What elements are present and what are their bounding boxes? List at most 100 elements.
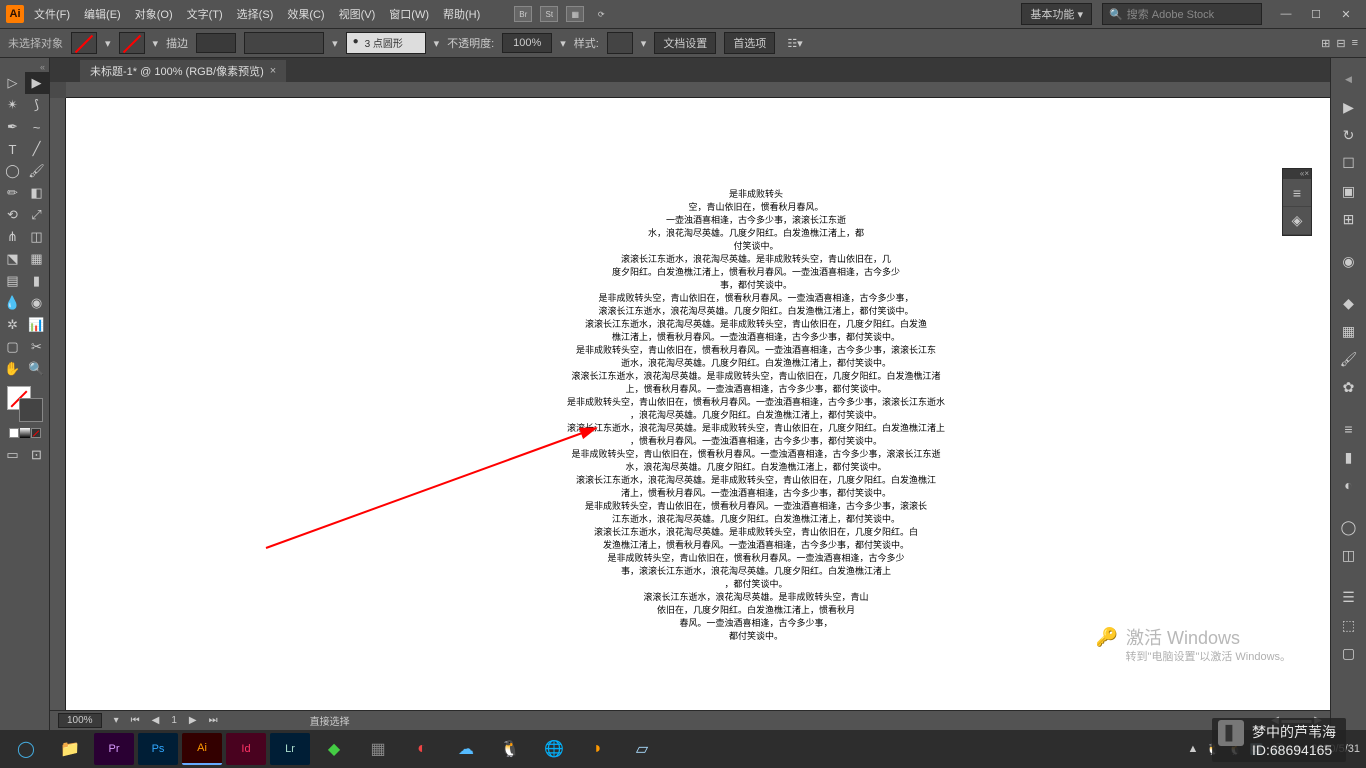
menu-object[interactable]: 对象(O) [135, 6, 173, 22]
artboard-number[interactable]: 1 [171, 715, 177, 726]
color-mode-icons[interactable] [9, 428, 41, 438]
magic-wand-tool[interactable]: ✴ [1, 94, 25, 116]
properties-panel-icon[interactable]: ≡ [1283, 179, 1311, 207]
rectangle-tool[interactable]: ◯ [1, 160, 25, 182]
menu-view[interactable]: 视图(V) [339, 6, 376, 22]
menu-effect[interactable]: 效果(C) [287, 6, 324, 22]
lasso-tool[interactable]: ⟆ [25, 94, 49, 116]
line-tool[interactable]: ╱ [25, 138, 49, 160]
align-icon[interactable]: ☷▾ [787, 37, 802, 50]
eraser-tool[interactable]: ◧ [25, 182, 49, 204]
selection-tool[interactable]: ▷ [1, 72, 25, 94]
tab-close-icon[interactable]: × [270, 65, 276, 77]
graph-tool[interactable]: 📊 [25, 314, 49, 336]
stroke-weight-input[interactable] [196, 33, 236, 53]
align-icon[interactable]: ⊞ [1334, 206, 1364, 232]
prefs-button[interactable]: 首选项 [724, 32, 775, 54]
width-tool[interactable]: ⋔ [1, 226, 25, 248]
area-type-circle[interactable]: 是非成败转头 空，青山依旧在，惯看秋月春风。 一壶浊酒喜相逢，古今多少事，滚滚长… [496, 188, 1016, 643]
nav-last-icon[interactable]: ⏭ [209, 715, 218, 726]
menu-edit[interactable]: 编辑(E) [84, 6, 121, 22]
artboards-icon[interactable]: ▣ [1334, 178, 1364, 204]
shape-builder-tool[interactable]: ⬔ [1, 248, 25, 270]
doc-setup-button[interactable]: 文档设置 [654, 32, 716, 54]
menu-help[interactable]: 帮助(H) [443, 6, 480, 22]
nav-next-icon[interactable]: ▶ [189, 715, 197, 726]
shaper-tool[interactable]: ✏ [1, 182, 25, 204]
expand-panels-icon[interactable]: ◀ [1334, 66, 1364, 92]
bridge-icon[interactable]: Br [514, 6, 532, 22]
artboard-tool[interactable]: ▢ [1, 336, 25, 358]
menu-select[interactable]: 选择(S) [237, 6, 274, 22]
free-transform-tool[interactable]: ◫ [25, 226, 49, 248]
nav-prev-icon[interactable]: ◀ [152, 715, 160, 726]
change-screen-tool[interactable]: ⊡ [25, 444, 49, 466]
direct-selection-tool[interactable]: ▶ [25, 72, 49, 94]
transparency-icon[interactable]: ◐ [1334, 472, 1364, 498]
taskbar-photoshop-icon[interactable]: Ps [138, 733, 178, 765]
taskbar-indesign-icon[interactable]: Id [226, 733, 266, 765]
artboards-panel-icon[interactable]: ▢ [1334, 640, 1364, 666]
panel-close-icon[interactable]: × [1304, 169, 1309, 179]
menu-type[interactable]: 文字(T) [187, 6, 223, 22]
taskbar-qq-icon[interactable]: 🐧 [490, 733, 530, 765]
floating-panel[interactable]: « × ≡ ◈ [1282, 168, 1312, 236]
isolate-icon[interactable]: ⊟ [1336, 37, 1345, 50]
menu-file[interactable]: 文件(F) [34, 6, 70, 22]
fill-swatch[interactable] [71, 32, 97, 54]
taskbar-browser-icon[interactable]: ◯ [6, 733, 46, 765]
type-tool[interactable]: T [1, 138, 25, 160]
symbol-sprayer-tool[interactable]: ✲ [1, 314, 25, 336]
close-icon[interactable]: ✕ [1332, 4, 1360, 24]
layers-panel-icon[interactable]: ☰ [1334, 584, 1364, 610]
taskbar-premiere-icon[interactable]: Pr [94, 733, 134, 765]
ruler-vertical[interactable] [50, 98, 66, 710]
minimize-icon[interactable]: — [1272, 4, 1300, 24]
slice-tool[interactable]: ✂ [25, 336, 49, 358]
taskbar-app5-icon[interactable]: ◗ [578, 733, 618, 765]
pen-tool[interactable]: ✒ [1, 116, 25, 138]
mesh-tool[interactable]: ▤ [1, 270, 25, 292]
workspace-switcher[interactable]: 基本功能 ▾ [1021, 3, 1092, 25]
tray-up-icon[interactable]: ▲ [1187, 743, 1198, 755]
menu-window[interactable]: 窗口(W) [389, 6, 429, 22]
sync-icon[interactable]: ↻ [1334, 122, 1364, 148]
taskbar-lightroom-icon[interactable]: Lr [270, 733, 310, 765]
canvas[interactable]: 是非成败转头 空，青山依旧在，惯看秋月春风。 一壶浊酒喜相逢，古今多少事，滚滚长… [66, 98, 1330, 710]
zoom-level[interactable]: 100% [58, 713, 102, 728]
perspective-tool[interactable]: ▦ [25, 248, 49, 270]
layers-icon[interactable]: ☐ [1334, 150, 1364, 176]
taskbar-app2-icon[interactable]: ▦ [358, 733, 398, 765]
nav-first-icon[interactable]: ⏮ [131, 715, 140, 726]
search-stock[interactable]: 🔍搜索 Adobe Stock [1102, 3, 1262, 25]
taskbar-app4-icon[interactable]: ☁ [446, 733, 486, 765]
appearance-icon[interactable]: ◯ [1334, 514, 1364, 540]
taskbar-illustrator-icon[interactable]: Ai [182, 733, 222, 765]
blend-tool[interactable]: ◉ [25, 292, 49, 314]
asset-export-icon[interactable]: ⬚ [1334, 612, 1364, 638]
more-icon[interactable]: ≡ [1352, 37, 1358, 50]
graphic-styles-icon[interactable]: ◫ [1334, 542, 1364, 568]
gradient-panel-icon[interactable]: ▮ [1334, 444, 1364, 470]
taskbar-chrome-icon[interactable]: 🌐 [534, 733, 574, 765]
symbols-icon[interactable]: ✿ [1334, 374, 1364, 400]
gradient-tool[interactable]: ▮ [25, 270, 49, 292]
transform-icon[interactable]: ⊞ [1321, 37, 1330, 50]
hand-tool[interactable]: ✋ [1, 358, 25, 380]
document-tab[interactable]: 未标题-1* @ 100% (RGB/像素预览)× [80, 60, 286, 82]
libraries-panel-icon[interactable]: ◈ [1283, 207, 1311, 235]
taskbar-app3-icon[interactable]: ◐ [402, 733, 442, 765]
screen-mode-tool[interactable]: ▭ [1, 444, 25, 466]
eyedropper-tool[interactable]: 💧 [1, 292, 25, 314]
ruler-horizontal[interactable] [66, 82, 1330, 98]
maximize-icon[interactable]: ☐ [1302, 4, 1330, 24]
style-swatch[interactable] [607, 32, 633, 54]
stroke-panel-icon[interactable]: ≡ [1334, 416, 1364, 442]
zoom-tool[interactable]: 🔍 [25, 358, 49, 380]
taskbar-app1-icon[interactable]: ◆ [314, 733, 354, 765]
brushes-icon[interactable]: 🖌 [1334, 346, 1364, 372]
color-icon[interactable]: ◆ [1334, 290, 1364, 316]
curvature-tool[interactable]: ~ [25, 116, 49, 138]
brush-tool[interactable]: 🖌 [25, 160, 49, 182]
scale-tool[interactable]: ⤢ [25, 204, 49, 226]
